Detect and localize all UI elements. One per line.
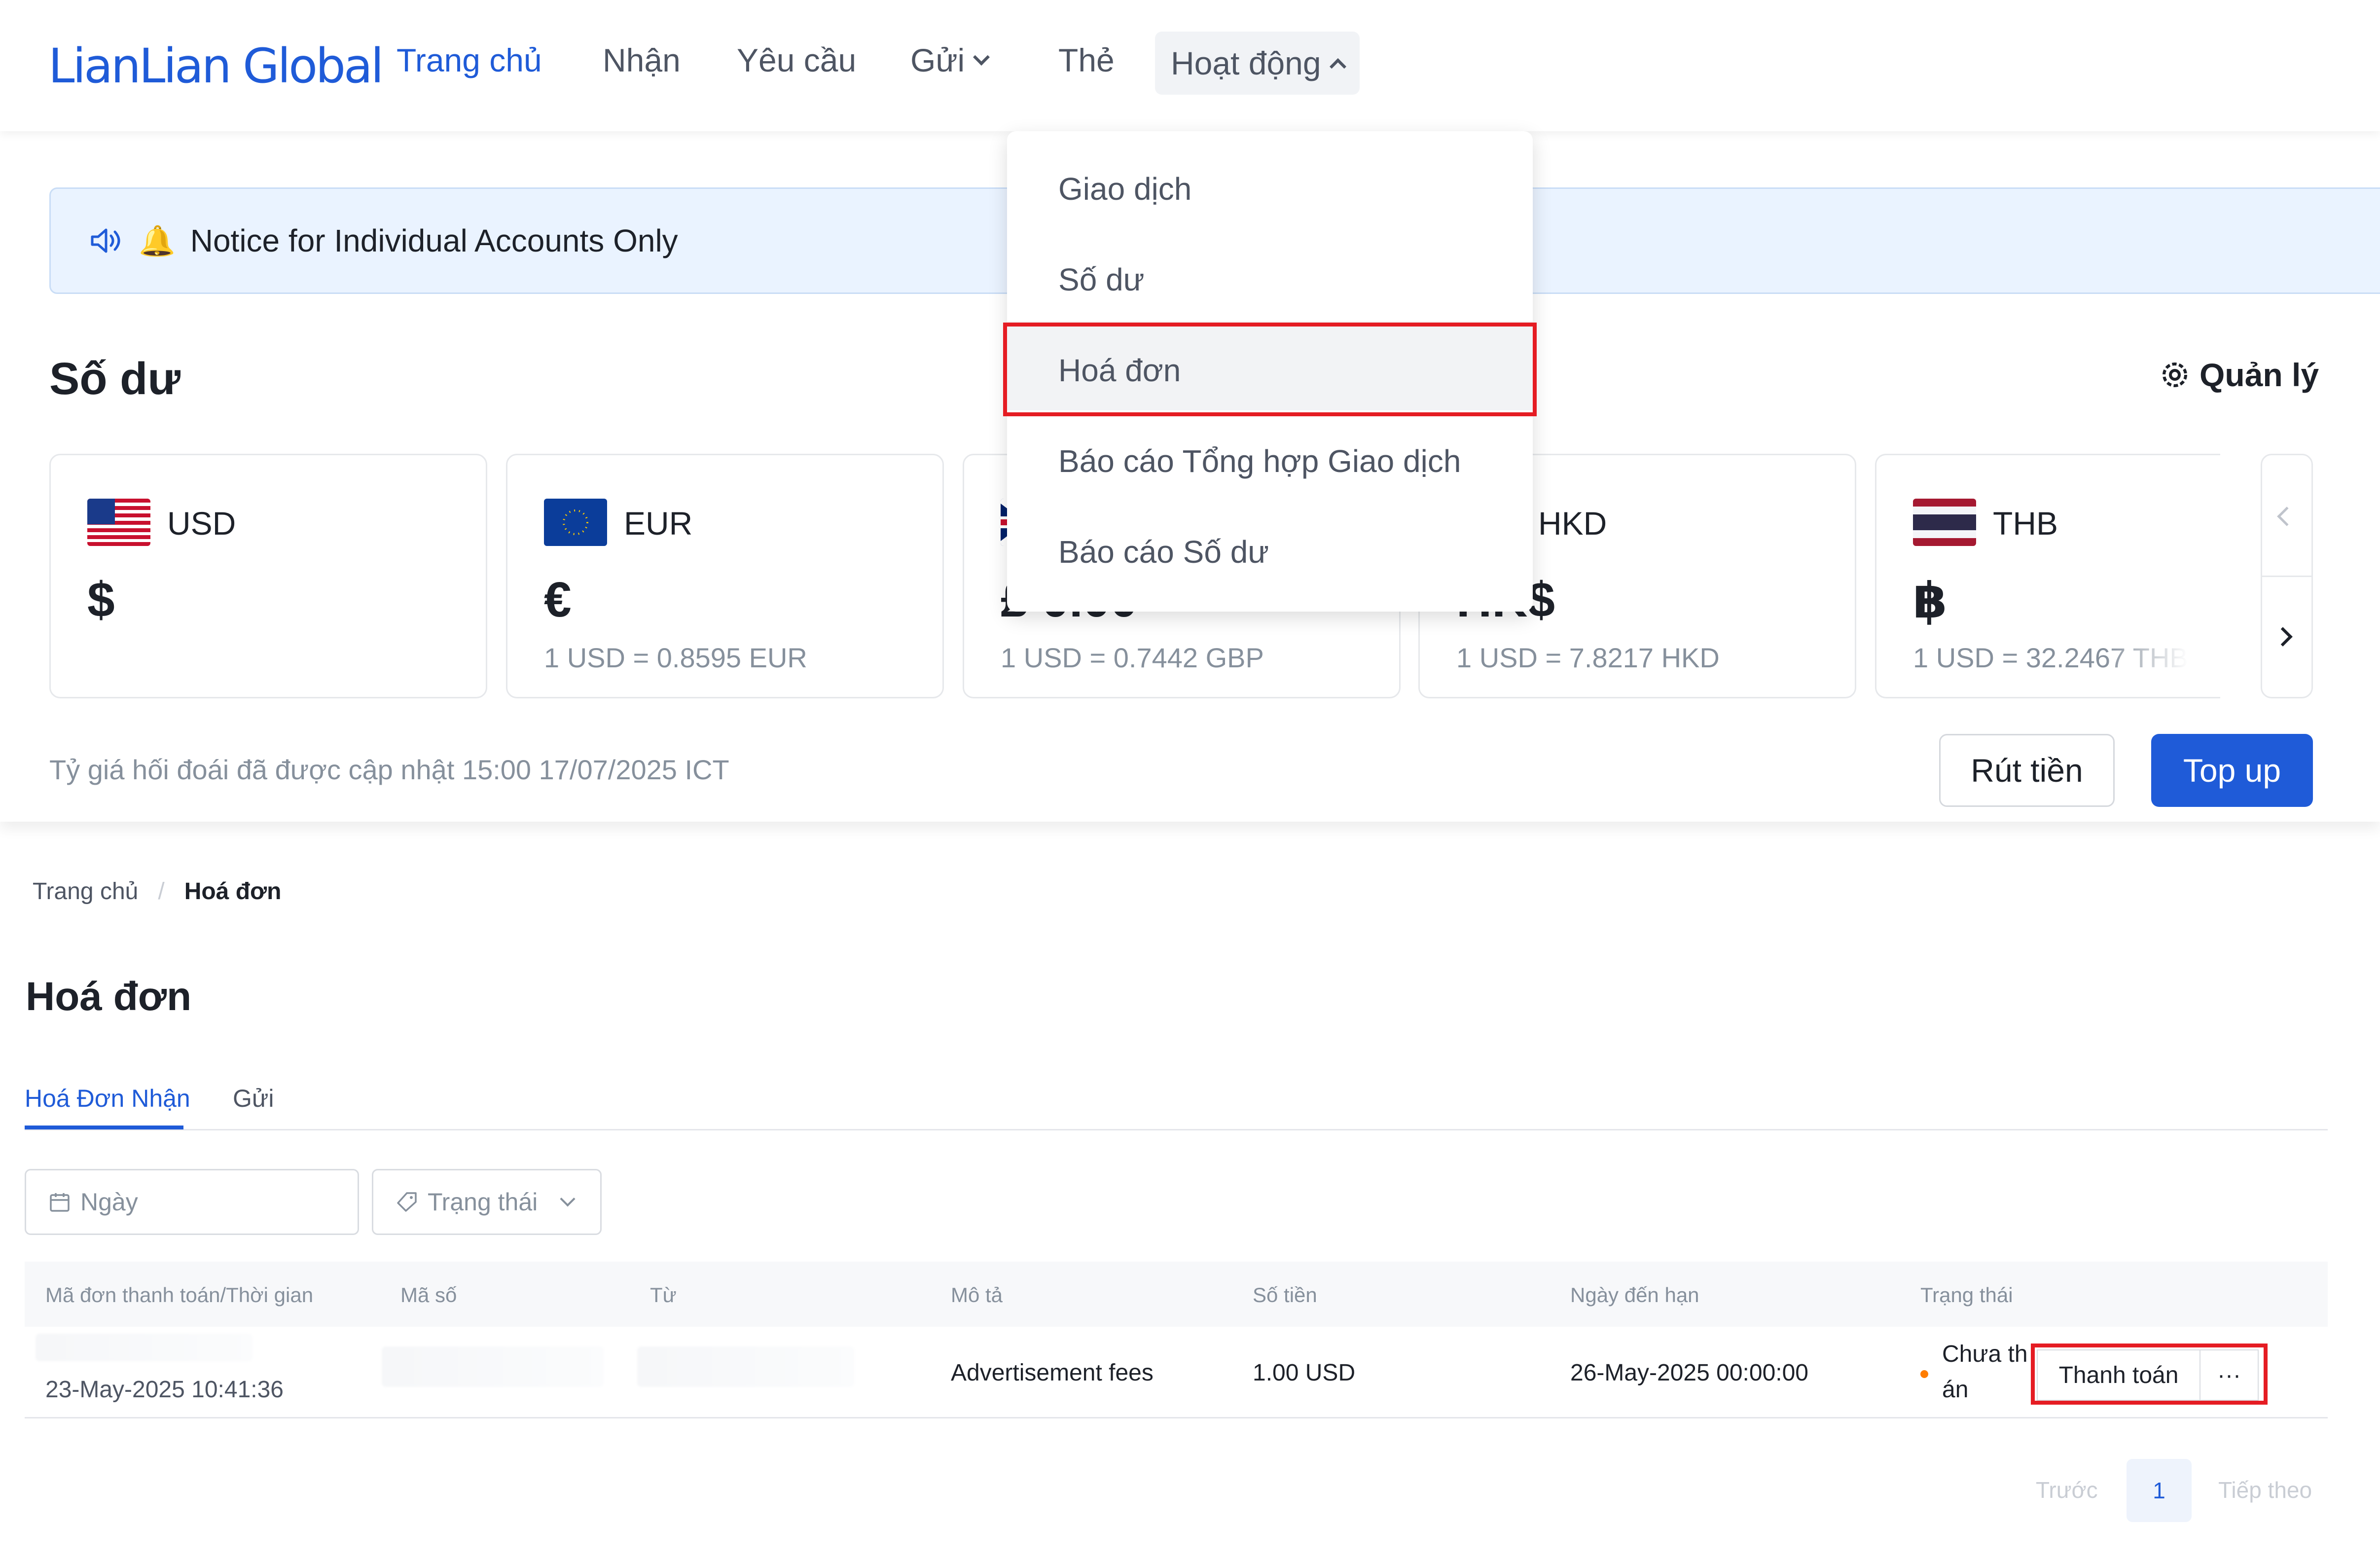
annotation-highlight-box xyxy=(2031,1344,2268,1405)
nav-item-request[interactable]: Yêu cầu xyxy=(737,41,856,79)
balance-title: Số dư xyxy=(49,354,180,404)
us-flag-icon xyxy=(87,499,150,546)
column-header: Số tiền xyxy=(1253,1283,1317,1307)
currency-amount: € xyxy=(544,572,572,627)
nav-label: Yêu cầu xyxy=(737,42,857,78)
menu-item-transactions[interactable]: Giao dịch xyxy=(1058,171,1191,207)
chevron-down-icon xyxy=(560,1191,576,1207)
manage-button[interactable]: Quản lý xyxy=(2159,356,2319,394)
exchange-rate: 1 USD = 0.7442 GBP xyxy=(1001,642,1264,673)
column-header: Mã số xyxy=(400,1283,457,1307)
chevron-right-icon[interactable] xyxy=(2273,627,2293,647)
invoice-description: Advertisement fees xyxy=(951,1360,1154,1386)
column-header: Ngày đến hạn xyxy=(1570,1283,1699,1307)
tab-label: Hoá Đơn Nhận xyxy=(25,1085,190,1112)
pagination-next[interactable]: Tiếp theo xyxy=(2218,1477,2312,1503)
invoice-due-date: 26-May-2025 00:00:00 xyxy=(1570,1360,1808,1386)
tab-sent-invoices[interactable]: Gửi xyxy=(233,1084,274,1113)
nav-item-receive[interactable]: Nhận xyxy=(603,41,681,79)
nav-item-home[interactable]: Trang chủ xyxy=(397,41,542,79)
menu-item-transaction-summary-report[interactable]: Báo cáo Tổng hợp Giao dịch xyxy=(1058,443,1461,479)
pagination-page[interactable]: 1 xyxy=(2127,1459,2192,1522)
active-tab-indicator xyxy=(25,1126,183,1129)
redacted-invoice-number xyxy=(382,1346,604,1387)
topup-button[interactable]: Top up xyxy=(2151,734,2313,807)
currency-code: EUR xyxy=(624,505,693,542)
column-header: Mô tả xyxy=(951,1283,1003,1307)
tag-icon xyxy=(397,1192,417,1212)
manage-label: Quản lý xyxy=(2200,357,2319,393)
eu-flag-icon xyxy=(544,499,607,546)
currency-amount: $ xyxy=(87,572,115,627)
currency-card-thb[interactable]: THB ฿ 1 USD = 32.2467 THB xyxy=(1875,454,2220,698)
exchange-rate: 1 USD = 7.8217 HKD xyxy=(1456,642,1720,673)
breadcrumb: Trang chủ / Hoá đơn xyxy=(33,878,281,905)
gear-icon xyxy=(2163,363,2187,387)
status-dot xyxy=(1920,1370,1928,1378)
annotation-highlight-box xyxy=(1003,323,1537,416)
notice-text: Notice for Individual Accounts Only xyxy=(190,223,678,258)
chevron-left-icon[interactable] xyxy=(2277,507,2297,526)
breadcrumb-separator: / xyxy=(158,878,165,905)
invoice-time: 23-May-2025 10:41:36 xyxy=(45,1377,284,1403)
nav-item-activity[interactable]: Hoạt động xyxy=(1155,32,1360,95)
currency-code: USD xyxy=(167,505,236,542)
nav-label: Hoạt động xyxy=(1171,45,1321,81)
thai-flag-icon xyxy=(1913,499,1976,546)
status-filter-placeholder: Trạng thái xyxy=(428,1188,538,1216)
invoice-status-line1: Chưa th xyxy=(1942,1341,2028,1367)
table-row[interactable]: 23-May-2025 10:41:36 Advertisement fees … xyxy=(25,1327,2328,1418)
brand-logo[interactable]: LianLian Global xyxy=(48,38,384,94)
chevron-down-icon xyxy=(973,49,990,66)
card-carousel-controls xyxy=(2261,454,2313,698)
nav-label: Nhận xyxy=(603,42,681,78)
breadcrumb-home[interactable]: Trang chủ xyxy=(33,878,138,905)
nav-label: Gửi xyxy=(910,42,965,78)
status-filter[interactable]: Trạng thái xyxy=(372,1169,602,1235)
bell-icon: 🔔 xyxy=(139,224,176,257)
date-filter-placeholder: Ngày xyxy=(80,1188,138,1216)
menu-item-balance[interactable]: Số dư xyxy=(1058,261,1145,298)
currency-code: THB xyxy=(1993,505,2058,542)
column-header: Mã đơn thanh toán/Thời gian xyxy=(45,1283,314,1307)
tab-label: Gửi xyxy=(233,1085,274,1112)
date-filter[interactable]: Ngày xyxy=(25,1169,359,1235)
invoice-tabs: Hoá Đơn Nhận Gửi xyxy=(25,1078,2328,1130)
tab-received-invoices[interactable]: Hoá Đơn Nhận xyxy=(25,1084,190,1113)
table-header: Mã đơn thanh toán/Thời gian Mã số Từ Mô … xyxy=(25,1262,2328,1327)
chevron-up-icon xyxy=(1329,58,1346,75)
currency-amount: ฿ xyxy=(1913,573,1947,628)
divider xyxy=(2262,576,2311,577)
redacted-payment-id xyxy=(36,1334,252,1361)
column-header: Trạng thái xyxy=(1920,1283,2013,1307)
invoice-amount: 1.00 USD xyxy=(1253,1360,1356,1386)
nav-item-card[interactable]: Thẻ xyxy=(1058,41,1115,79)
exchange-rate-update-note: Tỷ giá hối đoái đã được cập nhật 15:00 1… xyxy=(49,754,729,785)
top-navigation: LianLian Global Trang chủ Nhận Yêu cầu G… xyxy=(0,0,2380,131)
breadcrumb-current: Hoá đơn xyxy=(184,878,282,905)
nav-label: Thẻ xyxy=(1058,42,1115,78)
nav-label: Trang chủ xyxy=(397,42,542,78)
currency-card-eur[interactable]: EUR € 1 USD = 0.8595 EUR xyxy=(506,454,944,698)
exchange-rate: 1 USD = 32.2467 THB xyxy=(1913,642,2188,673)
redacted-sender xyxy=(637,1346,854,1387)
currency-code: HKD xyxy=(1538,505,1607,542)
withdraw-button[interactable]: Rút tiền xyxy=(1939,734,2115,807)
calendar-icon xyxy=(50,1193,70,1212)
pagination-prev[interactable]: Trước xyxy=(2036,1477,2098,1503)
exchange-rate: 1 USD = 0.8595 EUR xyxy=(544,642,807,673)
column-header: Từ xyxy=(650,1283,677,1307)
currency-card-usd[interactable]: USD $ xyxy=(49,454,487,698)
speaker-icon xyxy=(91,228,120,253)
nav-item-send[interactable]: Gửi xyxy=(910,41,990,79)
menu-item-balance-report[interactable]: Báo cáo Số dư xyxy=(1058,534,1269,570)
invoice-status-line2: án xyxy=(1942,1377,1969,1403)
page-title: Hoá đơn xyxy=(26,974,192,1019)
